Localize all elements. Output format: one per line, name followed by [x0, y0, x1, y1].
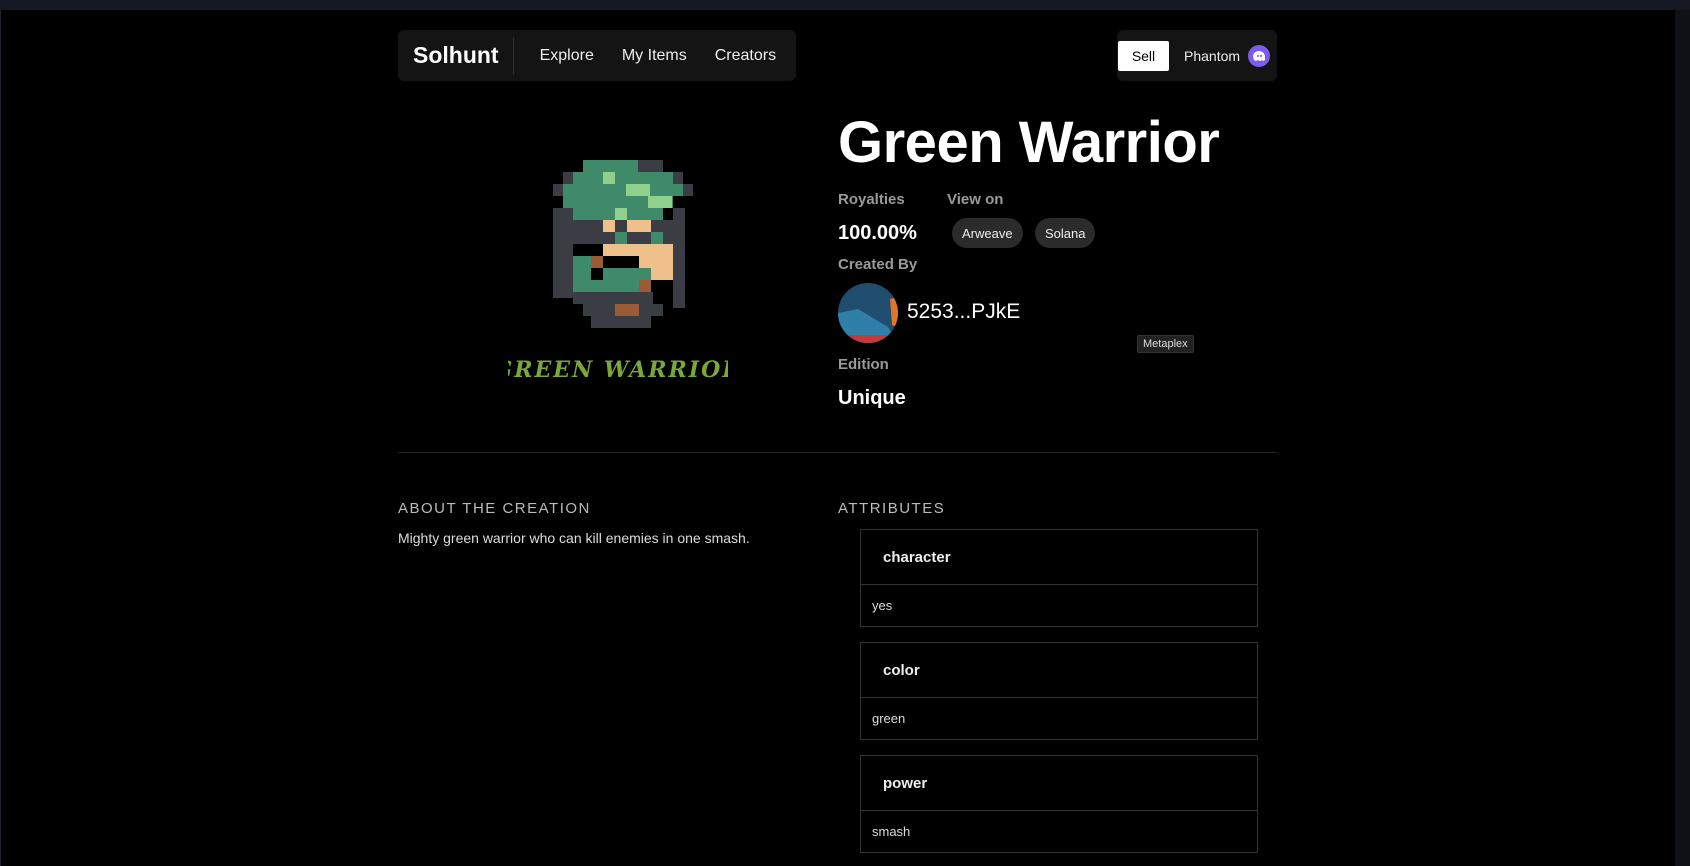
pixel-warrior-icon: [553, 160, 693, 328]
solana-link[interactable]: Solana: [1035, 218, 1096, 248]
royalties-label: Royalties: [838, 191, 905, 208]
creator-address[interactable]: 5253...PJkE: [907, 300, 1020, 324]
attribute-value: green: [872, 711, 906, 726]
main-nav: Solhunt Explore My Items Creators: [398, 30, 796, 81]
about-text: Mighty green warrior who can kill enemie…: [398, 530, 750, 546]
view-on-label: View on: [947, 191, 1004, 208]
attribute-key: power: [861, 756, 1257, 811]
edition-value: Unique: [838, 387, 906, 409]
phantom-wallet-icon[interactable]: [1248, 44, 1271, 67]
window-scrollbar-track[interactable]: [1675, 10, 1690, 866]
attribute-card-character: character yes: [860, 529, 1258, 627]
attribute-key: character: [861, 530, 1257, 585]
about-heading: ABOUT THE CREATION: [398, 500, 591, 517]
attribute-card-color: color green: [860, 642, 1258, 740]
nav-creators[interactable]: Creators: [715, 47, 776, 65]
attribute-key: color: [861, 643, 1257, 698]
browser-top-strip: [0, 0, 1690, 10]
nav-my-items[interactable]: My Items: [622, 47, 687, 65]
wallet-nav: Sell Phantom: [1117, 30, 1277, 81]
nav-explore[interactable]: Explore: [540, 47, 594, 65]
brand-logo[interactable]: Solhunt: [398, 36, 514, 75]
creator-tag: Metaplex: [1137, 335, 1194, 353]
arweave-link[interactable]: Arweave: [952, 218, 1023, 248]
nft-artwork[interactable]: GREEN WARRIOR: [493, 155, 741, 385]
attribute-card-power: power smash: [860, 755, 1258, 853]
window-left-edge: [0, 10, 1, 866]
wallet-label[interactable]: Phantom: [1184, 48, 1240, 64]
artwork-caption: GREEN WARRIOR: [508, 357, 728, 383]
section-divider: [398, 452, 1277, 453]
page-title: Green Warrior: [838, 110, 1220, 175]
creator-avatar[interactable]: [838, 283, 898, 343]
attribute-value: smash: [872, 824, 911, 839]
sell-button[interactable]: Sell: [1118, 40, 1169, 71]
created-by-label: Created By: [838, 256, 918, 273]
royalties-value: 100.00%: [838, 222, 917, 244]
edition-label: Edition: [838, 356, 889, 373]
attributes-heading: ATTRIBUTES: [838, 500, 946, 517]
attribute-value: yes: [872, 598, 893, 613]
